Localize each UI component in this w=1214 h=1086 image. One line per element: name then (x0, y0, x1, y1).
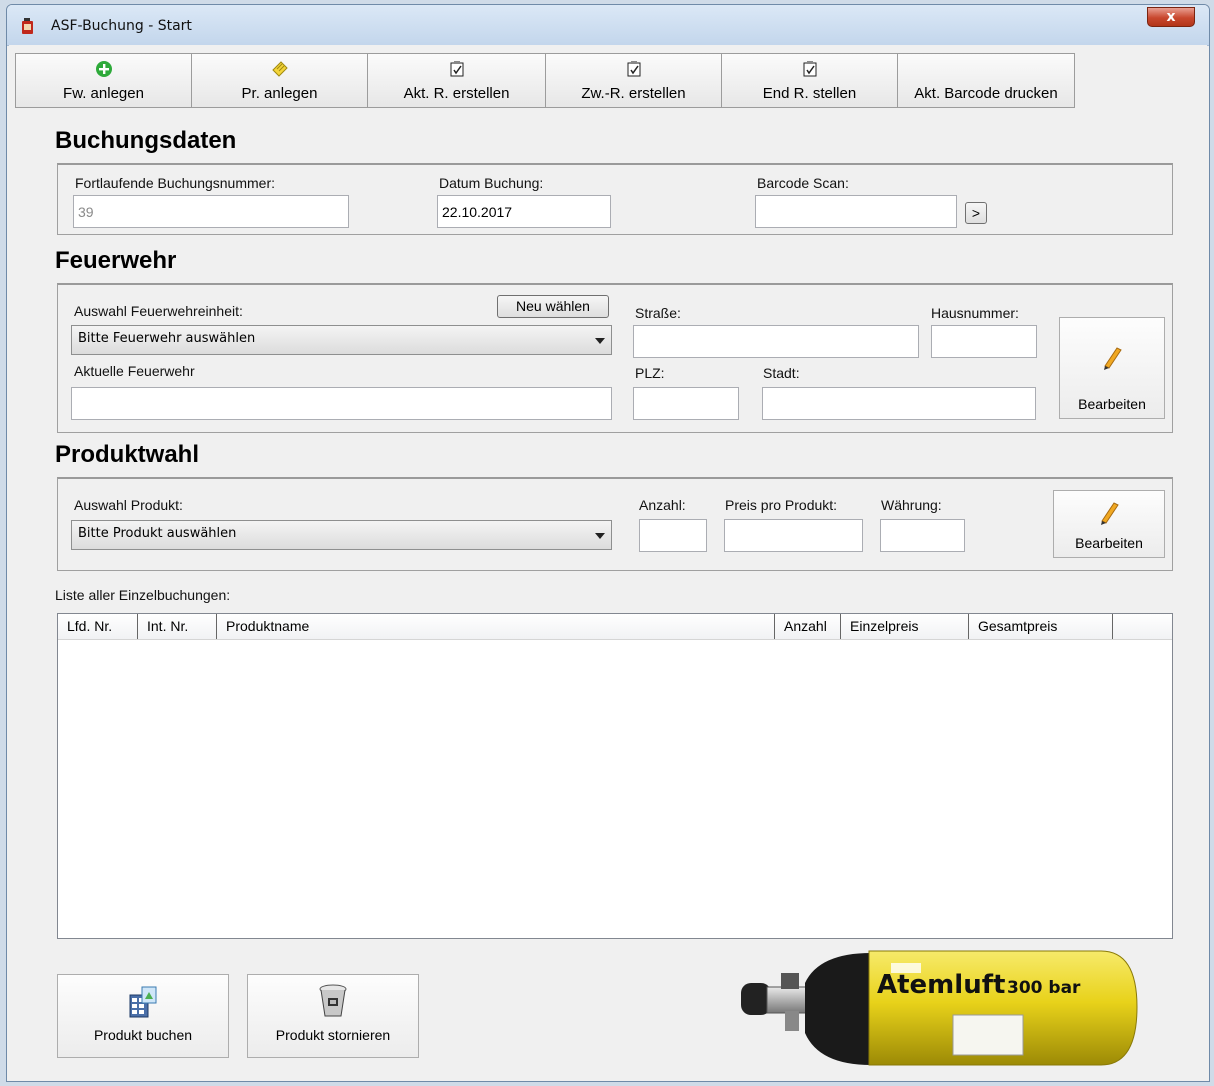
column-header-anzahl[interactable]: Anzahl (775, 614, 841, 639)
produkt-buchen-button[interactable]: Produkt buchen (57, 974, 229, 1058)
fw-anlegen-button[interactable]: Fw. anlegen (15, 53, 191, 108)
buchungsnummer-label: Fortlaufende Buchungsnummer: (75, 175, 275, 191)
tank-label-pressure: 300 bar (1007, 978, 1081, 998)
waehrung-label: Währung: (881, 497, 942, 513)
produkt-bearbeiten-button[interactable]: Bearbeiten (1053, 490, 1165, 558)
zw-r-erstellen-button[interactable]: Zw.-R. erstellen (545, 53, 721, 108)
hausnummer-field[interactable] (931, 325, 1037, 358)
chevron-down-icon (595, 533, 605, 539)
column-header-lfd-nr[interactable]: Lfd. Nr. (58, 614, 138, 639)
liste-label: Liste aller Einzelbuchungen: (55, 587, 231, 603)
hausnummer-label: Hausnummer: (931, 305, 1019, 321)
column-header-int-nr[interactable]: Int. Nr. (138, 614, 217, 639)
feuerwehreinheit-label: Auswahl Feuerwehreinheit: (74, 303, 243, 319)
section-title-buchungsdaten: Buchungsdaten (55, 127, 237, 154)
cash-register-icon (129, 986, 157, 1018)
feuerwehr-select-value: Bitte Feuerwehr auswählen (78, 331, 256, 346)
title-bar[interactable]: ASF-Buchung - Start x (7, 5, 1209, 46)
bearbeiten-label: Bearbeiten (1078, 396, 1146, 412)
section-title-feuerwehr: Feuerwehr (55, 247, 177, 274)
checklist-icon (803, 61, 816, 77)
notes-icon (271, 61, 288, 77)
preis-field[interactable] (724, 519, 863, 552)
datum-label: Datum Buchung: (439, 175, 544, 191)
feuerwehr-bearbeiten-button[interactable]: Bearbeiten (1059, 317, 1165, 419)
table-header: Lfd. Nr. Int. Nr. Produktname Anzahl Ein… (58, 614, 1172, 640)
produkt-stornieren-button[interactable]: Produkt stornieren (247, 974, 419, 1058)
app-window: ASF-Buchung - Start x Fw. anlegen Pr. an… (6, 4, 1210, 1082)
end-r-stellen-button[interactable]: End R. stellen (721, 53, 897, 108)
bearbeiten-label: Bearbeiten (1075, 535, 1143, 551)
tank-label-main: Atemluft (877, 970, 1005, 1000)
barcode-field[interactable] (755, 195, 957, 228)
produkt-select-value: Bitte Produkt auswählen (78, 526, 237, 541)
checklist-icon (450, 61, 463, 77)
plz-field[interactable] (633, 387, 739, 420)
einzelbuchungen-table[interactable]: Lfd. Nr. Int. Nr. Produktname Anzahl Ein… (57, 613, 1173, 939)
stadt-label: Stadt: (763, 365, 800, 381)
pr-anlegen-button[interactable]: Pr. anlegen (191, 53, 367, 108)
strasse-field[interactable] (633, 325, 919, 358)
window-title: ASF-Buchung - Start (51, 18, 192, 34)
plz-label: PLZ: (635, 365, 665, 381)
akt-barcode-drucken-button[interactable]: Akt. Barcode drucken (897, 53, 1075, 108)
barcode-label: Barcode Scan: (757, 175, 849, 191)
anzahl-field[interactable] (639, 519, 707, 552)
column-header-einzelpreis[interactable]: Einzelpreis (841, 614, 969, 639)
produkt-buchen-label: Produkt buchen (93, 1027, 193, 1043)
anzahl-label: Anzahl: (639, 497, 686, 513)
trash-icon (319, 984, 347, 1017)
preis-label: Preis pro Produkt: (725, 497, 838, 513)
toolbar-label: Akt. Barcode drucken (914, 85, 1058, 102)
barcode-go-button[interactable]: > (965, 202, 987, 224)
buchungsnummer-field[interactable] (73, 195, 349, 228)
toolbar-label: Pr. anlegen (241, 85, 318, 102)
add-icon (95, 61, 112, 77)
produkt-stornieren-label: Produkt stornieren (275, 1027, 391, 1043)
column-header-empty[interactable] (1113, 614, 1172, 639)
aktuelle-feuerwehr-label: Aktuelle Feuerwehr (74, 363, 195, 379)
chevron-down-icon (595, 338, 605, 344)
strasse-label: Straße: (635, 305, 681, 321)
pencil-icon (1104, 347, 1122, 370)
pencil-icon (1101, 502, 1119, 525)
stadt-field[interactable] (762, 387, 1036, 420)
produkt-label: Auswahl Produkt: (74, 497, 183, 513)
column-header-gesamtpreis[interactable]: Gesamtpreis (969, 614, 1113, 639)
toolbar-label: End R. stellen (762, 85, 857, 102)
aktuelle-feuerwehr-field[interactable] (71, 387, 612, 420)
toolbar-label: Zw.-R. erstellen (581, 85, 686, 102)
produkt-select[interactable]: Bitte Produkt auswählen (71, 520, 612, 550)
main-panel: Fw. anlegen Pr. anlegen Akt. R. erstelle… (9, 45, 1207, 1079)
feuerwehr-select[interactable]: Bitte Feuerwehr auswählen (71, 325, 612, 355)
fire-extinguisher-icon (22, 18, 33, 34)
section-title-produktwahl: Produktwahl (55, 441, 200, 468)
neu-waehlen-button[interactable]: Neu wählen (497, 295, 609, 318)
akt-r-erstellen-button[interactable]: Akt. R. erstellen (367, 53, 545, 108)
toolbar-label: Akt. R. erstellen (403, 85, 510, 102)
datum-field[interactable] (437, 195, 611, 228)
checklist-icon (627, 61, 640, 77)
close-button[interactable]: x (1147, 7, 1195, 27)
waehrung-field[interactable] (880, 519, 965, 552)
column-header-produktname[interactable]: Produktname (217, 614, 775, 639)
toolbar: Fw. anlegen Pr. anlegen Akt. R. erstelle… (15, 53, 1075, 109)
atemluft-tank-image: Atemluft 300 bar (741, 950, 1138, 1066)
toolbar-label: Fw. anlegen (63, 85, 144, 102)
